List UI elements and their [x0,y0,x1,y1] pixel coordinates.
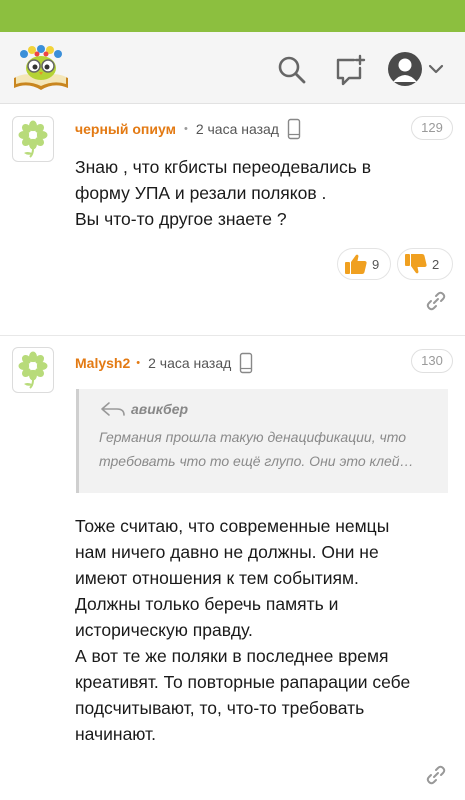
link-icon[interactable] [425,290,447,312]
new-comment-icon[interactable] [334,54,366,86]
flower-icon [18,351,48,389]
user-avatar-icon[interactable] [388,52,422,86]
quote-text: Германия прошла такую денацификации, что… [99,429,414,469]
like-count: 9 [372,256,380,272]
comment-text-line: Вы что-то другое знаете ? [75,209,287,229]
comment-text-line: А вот те же поляки в последнее время [75,646,389,666]
chevron-down-icon[interactable] [428,62,444,76]
timestamp: 2 часа назад [195,121,279,137]
quoted-reply[interactable]: авикбер Германия прошла такую денацифика… [76,389,448,493]
comment-text-line: Знаю , что кгбисты переодевались в [75,157,372,177]
author-name[interactable]: Malysh2 [75,355,130,371]
quote-author: авикбер [131,401,189,417]
timestamp: 2 часа назад [148,355,232,371]
avatar[interactable] [12,116,54,162]
reply-arrow-icon [101,402,125,416]
comment-text-line: историческую правду. [75,620,253,640]
comment-text: Тоже считаю, что современные немцы нам н… [75,513,445,747]
link-icon[interactable] [425,764,447,786]
author-name[interactable]: черный опиум [75,121,176,137]
quote-header: авикбер [99,399,436,419]
comment-number-badge[interactable]: 129 [411,116,453,140]
separator-dot: • [136,357,141,369]
thumbs-up-icon [345,254,367,274]
comment-text-line: начинают. [75,724,156,744]
dislike-count: 2 [432,256,440,272]
dislike-button[interactable]: 2 [397,248,453,280]
avatar[interactable] [12,347,54,393]
phone-icon [287,118,301,140]
comment-text-line: имеют отношения к тем событиям. [75,568,359,588]
comment-number-badge[interactable]: 130 [411,349,453,373]
comment-meta: черный опиум • 2 часа назад [75,118,301,140]
like-button[interactable]: 9 [337,248,391,280]
comment-meta: Malysh2 • 2 часа назад [75,352,253,374]
comment-item: черный опиум • 2 часа назад 129 Знаю , ч… [0,104,465,336]
owl-book-logo[interactable] [10,44,72,94]
search-icon[interactable] [276,54,308,86]
comment-item: Malysh2 • 2 часа назад 130 авикбер Герма… [0,337,465,800]
vote-bar: 9 2 [337,248,453,280]
comment-text-line: Должны только беречь память и [75,594,339,614]
phone-icon [240,352,253,374]
app-header [0,32,465,104]
comment-text-line: нам ничего давно не должны. Они не [75,542,379,562]
comment-text-line: подсчитывают, то, что-то требовать [75,698,365,718]
comment-text: Знаю , что кгбисты переодевались в форму… [75,154,445,232]
comment-text-line: креативят. То повторные рапарации себе [75,672,411,692]
comment-text-line: форму УПА и резали поляков . [75,183,327,203]
thumbs-down-icon [405,254,427,274]
separator-dot: • [183,123,188,135]
comment-text-line: Тоже считаю, что современные немцы [75,516,390,536]
status-bar [0,0,465,32]
flower-icon [18,120,48,158]
